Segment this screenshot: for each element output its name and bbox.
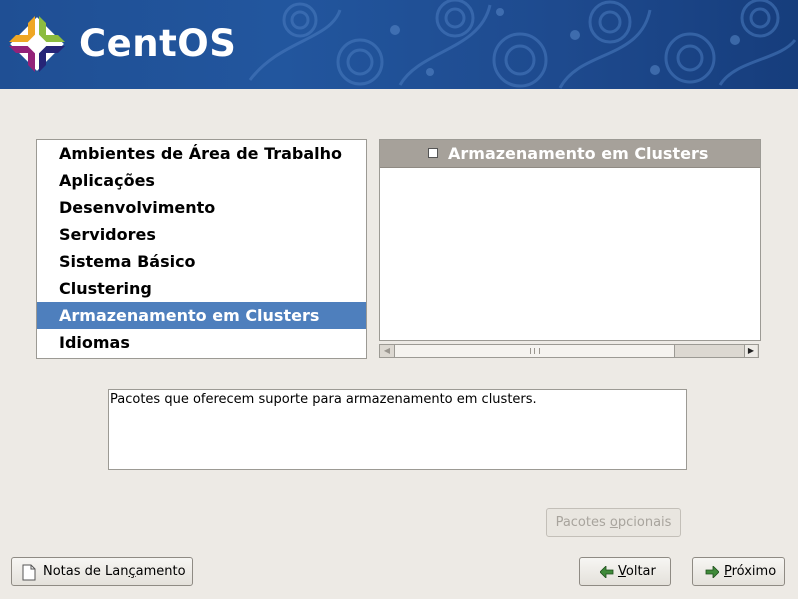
scroll-left-icon[interactable]: ◀ xyxy=(381,345,393,357)
optional-packages-label-post: pcionais xyxy=(617,515,672,530)
group-item-base-system[interactable]: Sistema Básico xyxy=(37,248,366,275)
release-notes-button[interactable]: Notas de Lançamento xyxy=(11,557,193,586)
optional-packages-label-pre: Pacotes xyxy=(555,515,610,530)
centos-logo-icon xyxy=(9,16,65,72)
centos-banner: CentOS xyxy=(0,0,798,89)
header-checkbox[interactable] xyxy=(428,148,438,158)
release-notes-label: Notas de Lançamento xyxy=(43,564,186,579)
package-list-header-label: Armazenamento em Clusters xyxy=(448,144,709,163)
arrow-left-icon xyxy=(600,566,614,578)
arrow-right-icon xyxy=(705,566,719,578)
group-item-desktop-environments[interactable]: Ambientes de Área de Trabalho xyxy=(37,140,366,167)
group-item-cluster-storage[interactable]: Armazenamento em Clusters xyxy=(37,302,366,329)
group-item-clustering[interactable]: Clustering xyxy=(37,275,366,302)
group-description: Pacotes que oferecem suporte para armaze… xyxy=(108,389,687,470)
document-icon xyxy=(22,564,36,581)
package-list-hscrollbar[interactable]: ◀ ▶ xyxy=(379,344,759,358)
next-button[interactable]: Próximo xyxy=(692,557,785,586)
group-item-languages[interactable]: Idiomas xyxy=(37,329,366,356)
scrollbar-thumb[interactable] xyxy=(394,345,675,357)
group-item-applications[interactable]: Aplicações xyxy=(37,167,366,194)
optional-packages-label-key: o xyxy=(609,515,618,530)
package-list-header: Armazenamento em Clusters xyxy=(380,140,760,168)
next-label: Próximo xyxy=(724,564,777,579)
group-item-development[interactable]: Desenvolvimento xyxy=(37,194,366,221)
centos-wordmark: CentOS xyxy=(79,22,237,65)
optional-packages-button[interactable]: Pacotes opcionais xyxy=(546,508,681,537)
back-button[interactable]: Voltar xyxy=(579,557,671,586)
scroll-right-icon[interactable]: ▶ xyxy=(744,345,757,357)
back-label: Voltar xyxy=(618,564,656,579)
scrollbar-grip-icon xyxy=(530,348,540,354)
package-group-list[interactable]: Ambientes de Área de Trabalho Aplicações… xyxy=(36,139,367,359)
group-item-servers[interactable]: Servidores xyxy=(37,221,366,248)
package-list-panel: Armazenamento em Clusters xyxy=(379,139,761,341)
group-description-text: Pacotes que oferecem suporte para armaze… xyxy=(110,392,537,407)
